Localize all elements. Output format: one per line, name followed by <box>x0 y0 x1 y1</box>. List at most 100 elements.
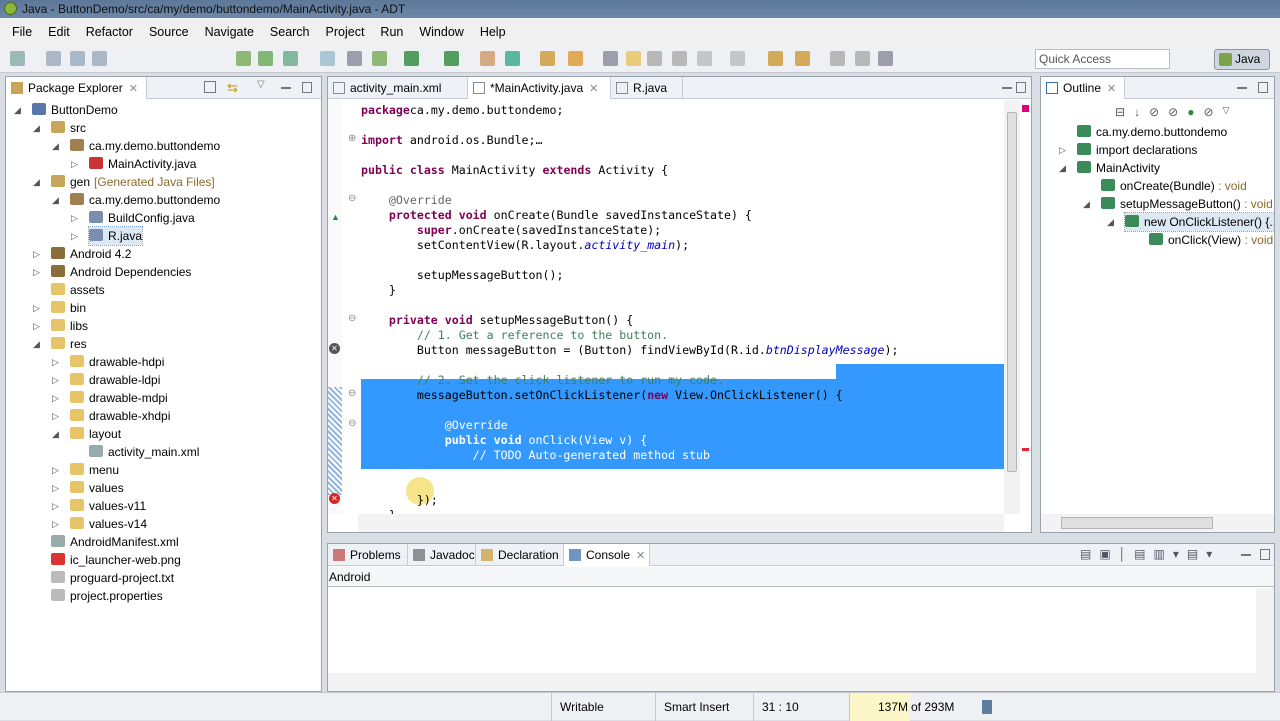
toolbar-button-icon[interactable] <box>320 51 335 66</box>
tree-item[interactable]: ic_launcher-web.png <box>51 551 181 569</box>
tab-javadoc[interactable]: Javadoc <box>408 544 476 566</box>
collapsed-arrow-icon[interactable]: ▷ <box>33 263 43 281</box>
collapse-fold-icon[interactable]: ⊖ <box>348 313 356 324</box>
tab-package-explorer[interactable]: Package Explorer ✕ <box>6 77 147 99</box>
tree-item[interactable]: ▷ menu <box>52 461 119 479</box>
close-icon[interactable]: ✕ <box>589 83 598 95</box>
toolbar-button-icon[interactable] <box>70 51 85 66</box>
toolbar-button-icon[interactable] <box>830 51 845 66</box>
tree-item[interactable]: ▷ libs <box>33 317 88 335</box>
tree-item[interactable]: ◢ ca.my.demo.buttondemo <box>52 137 220 155</box>
tree-item[interactable]: ▷ BuildConfig.java <box>71 209 195 227</box>
console-vertical-scrollbar[interactable] <box>1256 588 1274 673</box>
tree-item[interactable]: ▷ drawable-ldpi <box>52 371 160 389</box>
collapsed-arrow-icon[interactable]: ▷ <box>52 461 62 479</box>
editor-tab[interactable]: *MainActivity.java ✕ <box>468 77 611 99</box>
expanded-arrow-icon[interactable]: ◢ <box>1083 195 1093 213</box>
toolbar-button-icon[interactable] <box>444 51 459 66</box>
minimize-icon[interactable] <box>1002 87 1012 89</box>
tree-item[interactable]: assets <box>51 281 105 299</box>
collapsed-arrow-icon[interactable]: ▷ <box>52 371 62 389</box>
quick-access-input[interactable]: Quick Access <box>1035 49 1170 69</box>
tab-console[interactable]: Console ✕ <box>564 544 650 566</box>
outline-horizontal-scrollbar[interactable] <box>1041 514 1274 532</box>
toolbar-button-icon[interactable] <box>795 51 810 66</box>
collapsed-arrow-icon[interactable]: ▷ <box>33 245 43 263</box>
expanded-arrow-icon[interactable]: ◢ <box>52 425 62 443</box>
sort-icon[interactable]: ↓ <box>1134 105 1140 121</box>
collapsed-arrow-icon[interactable]: ▷ <box>71 209 81 227</box>
menu-run[interactable]: Run <box>372 25 411 39</box>
toolbar-button-icon[interactable] <box>10 51 25 66</box>
toolbar-button-icon[interactable] <box>878 51 893 66</box>
tree-item[interactable]: ◢ MainActivity <box>1059 159 1160 177</box>
expand-fold-icon[interactable]: ⊕ <box>348 133 356 144</box>
tree-item[interactable]: ▷ import declarations <box>1059 141 1197 159</box>
toolbar-button-icon[interactable] <box>768 51 783 66</box>
tree-item[interactable]: ▷ values <box>52 479 124 497</box>
tree-item[interactable]: ▷ Android 4.2 <box>33 245 131 263</box>
menu-help[interactable]: Help <box>472 25 514 39</box>
scroll-thumb[interactable] <box>1007 112 1017 472</box>
menu-project[interactable]: Project <box>318 25 373 39</box>
hide-fields-icon[interactable]: ⊘ <box>1149 105 1159 121</box>
toolbar-button-icon[interactable] <box>372 51 387 66</box>
tree-item[interactable]: ◢ ButtonDemo <box>14 101 118 119</box>
toolbar-button-icon[interactable] <box>540 51 555 66</box>
collapsed-arrow-icon[interactable]: ▷ <box>33 299 43 317</box>
collapsed-arrow-icon[interactable]: ▷ <box>52 407 62 425</box>
expanded-arrow-icon[interactable]: ◢ <box>1107 213 1117 231</box>
tree-item[interactable]: ▷ R.java <box>71 226 144 246</box>
error-overview-mark[interactable] <box>1022 448 1029 451</box>
menu-file[interactable]: File <box>4 25 40 39</box>
menu-navigate[interactable]: Navigate <box>197 25 262 39</box>
toolbar-button-icon[interactable] <box>647 51 662 66</box>
collapsed-arrow-icon[interactable]: ▷ <box>52 497 62 515</box>
link-with-editor-icon[interactable]: ⇆ <box>227 80 238 96</box>
tree-item[interactable]: AndroidManifest.xml <box>51 533 179 551</box>
tree-item[interactable]: ▷ drawable-mdpi <box>52 389 168 407</box>
expanded-arrow-icon[interactable]: ◢ <box>52 191 62 209</box>
collapsed-arrow-icon[interactable]: ▷ <box>1059 141 1069 159</box>
toolbar-button-icon[interactable] <box>258 51 273 66</box>
collapsed-arrow-icon[interactable]: ▷ <box>52 515 62 533</box>
collapsed-arrow-icon[interactable]: ▷ <box>52 353 62 371</box>
expanded-arrow-icon[interactable]: ◢ <box>33 119 43 137</box>
menu-edit[interactable]: Edit <box>40 25 78 39</box>
hide-nonpublic-icon[interactable]: ● <box>1187 105 1194 121</box>
tree-item[interactable]: onCreate(Bundle) : void <box>1101 177 1247 195</box>
toolbar-button-icon[interactable] <box>236 51 251 66</box>
console-horizontal-scrollbar[interactable] <box>328 673 1274 691</box>
scroll-thumb[interactable] <box>1061 517 1213 529</box>
close-icon[interactable]: ✕ <box>636 550 645 562</box>
error-marker-icon[interactable]: ✕ <box>329 493 340 504</box>
toolbar-button-icon[interactable] <box>347 51 362 66</box>
toolbar-button-icon[interactable] <box>505 51 520 66</box>
error-marker-icon[interactable]: ✕ <box>329 343 340 354</box>
expanded-arrow-icon[interactable]: ◢ <box>1059 159 1069 177</box>
menu-refactor[interactable]: Refactor <box>78 25 141 39</box>
toolbar-button-icon[interactable] <box>603 51 618 66</box>
minimize-icon[interactable] <box>1241 554 1251 556</box>
view-menu-icon[interactable]: ▽ <box>1223 105 1230 121</box>
toolbar-button-icon[interactable] <box>480 51 495 66</box>
tree-item[interactable]: ◢ layout <box>52 425 121 443</box>
tree-item[interactable]: ▷ values-v11 <box>52 497 146 515</box>
editor-horizontal-scrollbar[interactable] <box>358 514 1004 532</box>
menu-window[interactable]: Window <box>411 25 471 39</box>
expanded-arrow-icon[interactable]: ◢ <box>33 335 43 353</box>
maximize-icon[interactable] <box>1260 549 1270 560</box>
toolbar-button-icon[interactable] <box>283 51 298 66</box>
menu-source[interactable]: Source <box>141 25 197 39</box>
tree-item[interactable]: ◢ new OnClickListener() {...} <box>1107 212 1274 232</box>
toolbar-button-icon[interactable] <box>404 51 419 66</box>
toolbar-button-icon[interactable] <box>568 51 583 66</box>
collapsed-arrow-icon[interactable]: ▷ <box>71 155 81 173</box>
minimize-icon[interactable] <box>1237 87 1247 89</box>
tree-item[interactable]: ▷ Android Dependencies <box>33 263 191 281</box>
toolbar-button-icon[interactable] <box>855 51 870 66</box>
tree-item[interactable]: ▷ drawable-xhdpi <box>52 407 170 425</box>
close-icon[interactable]: ✕ <box>1107 83 1116 95</box>
menu-search[interactable]: Search <box>262 25 318 39</box>
tab-declaration[interactable]: Declaration <box>476 544 564 566</box>
